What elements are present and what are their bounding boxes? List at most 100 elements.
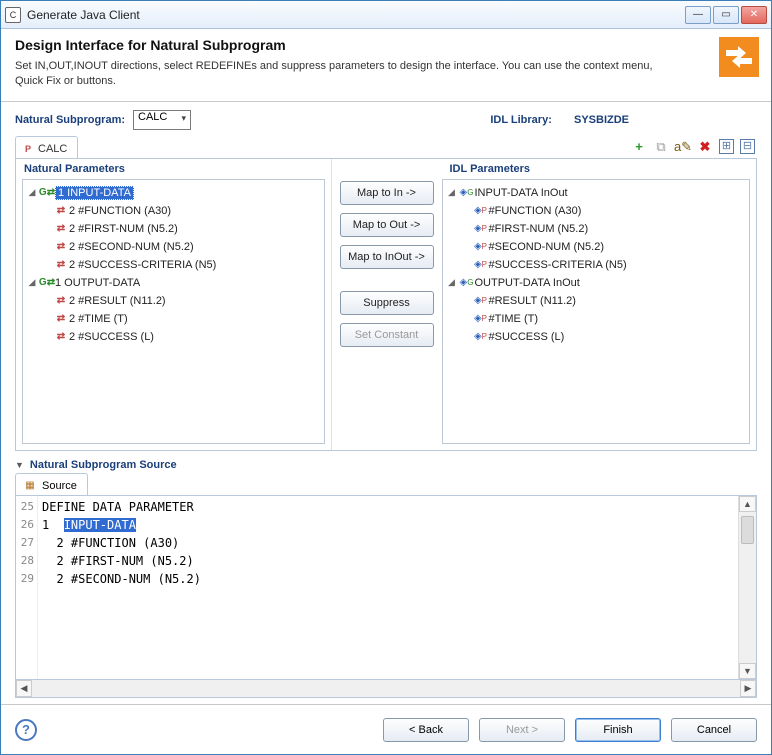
- source-code[interactable]: DEFINE DATA PARAMETER1 INPUT-DATA 2 #FUN…: [38, 496, 738, 679]
- param-icon: ◈P: [473, 240, 489, 254]
- close-button[interactable]: ✕: [741, 6, 767, 24]
- scroll-right-icon[interactable]: ▶: [740, 680, 756, 697]
- idl-library-value: SYSBIZDE: [574, 114, 629, 126]
- expand-toggle-icon[interactable]: ◢: [445, 187, 459, 198]
- tree-row[interactable]: ⇄2 #SUCCESS-CRITERIA (N5): [25, 256, 322, 274]
- titlebar[interactable]: C Generate Java Client — ▭ ✕: [1, 1, 771, 29]
- tree-row[interactable]: ◢G⇄1 OUTPUT-DATA: [25, 274, 322, 292]
- source-tab-label: Source: [42, 480, 77, 492]
- tree-label: #SECOND-NUM (N5.2): [489, 241, 605, 253]
- param-icon: ⇄: [53, 294, 69, 308]
- tree-label: #FIRST-NUM (N5.2): [489, 223, 589, 235]
- tree-label: 2 #TIME (T): [69, 313, 128, 325]
- dialog-window: C Generate Java Client — ▭ ✕ Design Inte…: [0, 0, 772, 755]
- tab-source[interactable]: ▦ Source: [15, 473, 88, 495]
- wizard-header: Design Interface for Natural Subprogram …: [1, 29, 771, 102]
- idl-library-label: IDL Library:: [490, 114, 552, 126]
- tree-label: #TIME (T): [489, 313, 539, 325]
- tree-row[interactable]: ◈P#TIME (T): [445, 310, 748, 328]
- tree-label: #SUCCESS-CRITERIA (N5): [489, 259, 627, 271]
- scroll-down-icon[interactable]: ▼: [739, 663, 756, 679]
- tree-row[interactable]: ◢◈GINPUT-DATA InOut: [445, 184, 748, 202]
- tree-row[interactable]: ◈P#SUCCESS-CRITERIA (N5): [445, 256, 748, 274]
- param-icon: ⇄: [53, 240, 69, 254]
- wizard-footer: ? < Back Next > Finish Cancel: [1, 704, 771, 754]
- tree-row[interactable]: ◢G⇄1 INPUT-DATA: [25, 184, 322, 202]
- add-icon[interactable]: +: [631, 139, 647, 155]
- scroll-left-icon[interactable]: ◀: [16, 680, 32, 697]
- idl-parameters-tree[interactable]: ◢◈GINPUT-DATA InOut ◈P#FUNCTION (A30) ◈P…: [442, 179, 751, 444]
- cancel-button[interactable]: Cancel: [671, 718, 757, 742]
- tree-row[interactable]: ⇄2 #SUCCESS (L): [25, 328, 322, 346]
- tab-label: CALC: [38, 143, 67, 155]
- tree-label: #FUNCTION (A30): [489, 205, 582, 217]
- program-icon: P: [22, 143, 34, 155]
- suppress-button[interactable]: Suppress: [340, 291, 434, 315]
- maximize-button[interactable]: ▭: [713, 6, 739, 24]
- param-icon: ◈P: [473, 204, 489, 218]
- tree-row[interactable]: ⇄2 #SECOND-NUM (N5.2): [25, 238, 322, 256]
- source-editor[interactable]: 2526272829 DEFINE DATA PARAMETER1 INPUT-…: [15, 496, 757, 680]
- subprogram-combo[interactable]: CALC: [133, 110, 191, 130]
- tree-row[interactable]: ◢◈GOUTPUT-DATA InOut: [445, 274, 748, 292]
- tree-row[interactable]: ⇄2 #TIME (T): [25, 310, 322, 328]
- tree-row[interactable]: ◈P#SECOND-NUM (N5.2): [445, 238, 748, 256]
- source-icon: ▦: [22, 479, 38, 493]
- param-icon: ◈P: [473, 258, 489, 272]
- tree-row[interactable]: ◈P#FUNCTION (A30): [445, 202, 748, 220]
- tree-label: 2 #FIRST-NUM (N5.2): [69, 223, 178, 235]
- tree-label: 1 INPUT-DATA: [55, 186, 134, 200]
- tree-label: 2 #SUCCESS (L): [69, 331, 154, 343]
- map-to-in-button[interactable]: Map to In ->: [340, 181, 434, 205]
- idl-parameters-pane: IDL Parameters ◢◈GINPUT-DATA InOut ◈P#FU…: [442, 159, 757, 450]
- back-button[interactable]: < Back: [383, 718, 469, 742]
- mapping-buttons: Map to In -> Map to Out -> Map to InOut …: [332, 159, 442, 450]
- param-icon: ◈P: [473, 312, 489, 326]
- group-icon: G⇄: [39, 276, 55, 290]
- tree-row[interactable]: ⇄2 #RESULT (N11.2): [25, 292, 322, 310]
- set-constant-button[interactable]: Set Constant: [340, 323, 434, 347]
- natural-parameters-tree[interactable]: ◢G⇄1 INPUT-DATA ⇄2 #FUNCTION (A30) ⇄2 #F…: [22, 179, 325, 444]
- tree-row[interactable]: ⇄2 #FUNCTION (A30): [25, 202, 322, 220]
- tab-calc[interactable]: P CALC: [15, 136, 78, 158]
- tree-row[interactable]: ◈P#RESULT (N11.2): [445, 292, 748, 310]
- rename-icon[interactable]: a✎: [675, 139, 691, 155]
- param-icon: ◈P: [473, 330, 489, 344]
- expand-toggle-icon[interactable]: ◢: [445, 277, 459, 288]
- tree-label: 2 #FUNCTION (A30): [69, 205, 171, 217]
- finish-button[interactable]: Finish: [575, 718, 661, 742]
- page-title: Design Interface for Natural Subprogram: [15, 37, 757, 53]
- minimize-button[interactable]: —: [685, 6, 711, 24]
- scroll-thumb[interactable]: [741, 516, 754, 544]
- app-icon: C: [5, 7, 21, 23]
- group-icon: G⇄: [39, 186, 55, 200]
- source-section-title: Natural Subprogram Source: [30, 459, 177, 471]
- copy-icon[interactable]: ⧉: [653, 139, 669, 155]
- tree-label: 1 OUTPUT-DATA: [55, 277, 140, 289]
- natural-parameters-pane: Natural Parameters ◢G⇄1 INPUT-DATA ⇄2 #F…: [16, 159, 332, 450]
- expand-toggle-icon[interactable]: ◢: [25, 187, 39, 198]
- tree-label: #SUCCESS (L): [489, 331, 565, 343]
- help-button[interactable]: ?: [15, 719, 37, 741]
- param-icon: ◈P: [473, 294, 489, 308]
- tree-row[interactable]: ◈P#SUCCESS (L): [445, 328, 748, 346]
- horizontal-scrollbar[interactable]: ◀ ▶: [15, 680, 757, 698]
- tree-row[interactable]: ◈P#FIRST-NUM (N5.2): [445, 220, 748, 238]
- collapse-all-icon[interactable]: ⊟: [740, 139, 755, 154]
- group-icon: ◈G: [459, 186, 475, 200]
- vertical-scrollbar[interactable]: ▲▼: [738, 496, 756, 679]
- section-toggle-icon[interactable]: ▼: [15, 460, 24, 470]
- wizard-icon: [719, 37, 759, 77]
- window-title: Generate Java Client: [27, 8, 685, 22]
- map-to-out-button[interactable]: Map to Out ->: [340, 213, 434, 237]
- natural-parameters-title: Natural Parameters: [16, 159, 331, 179]
- expand-toggle-icon[interactable]: ◢: [25, 277, 39, 288]
- delete-icon[interactable]: ✖: [697, 139, 713, 155]
- scroll-up-icon[interactable]: ▲: [739, 496, 756, 512]
- group-icon: ◈G: [459, 276, 475, 290]
- map-to-inout-button[interactable]: Map to InOut ->: [340, 245, 434, 269]
- expand-all-icon[interactable]: ⊞: [719, 139, 734, 154]
- next-button[interactable]: Next >: [479, 718, 565, 742]
- tree-label: 2 #RESULT (N11.2): [69, 295, 166, 307]
- tree-row[interactable]: ⇄2 #FIRST-NUM (N5.2): [25, 220, 322, 238]
